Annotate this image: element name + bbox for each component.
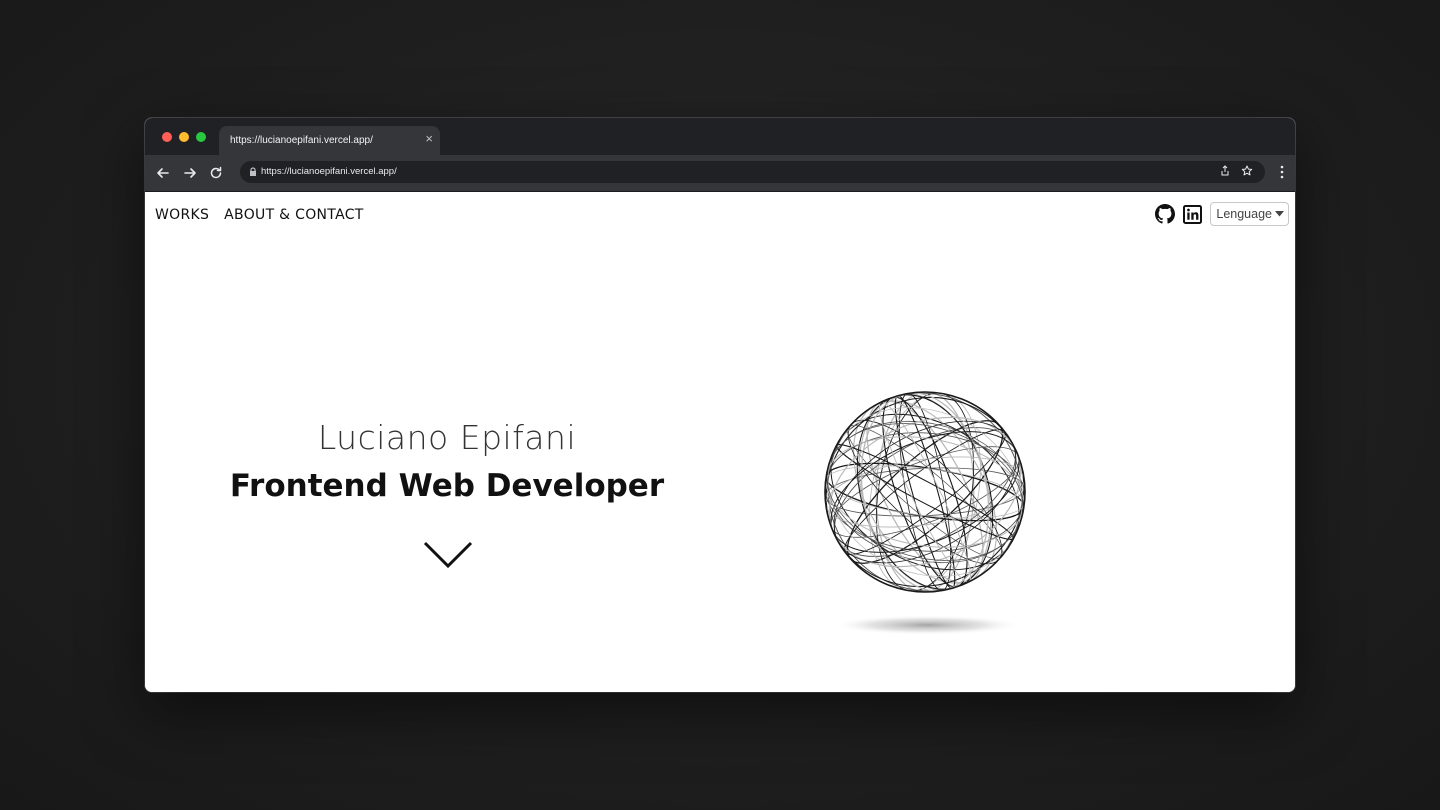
tab-close-icon[interactable]: ×	[425, 132, 433, 146]
header-actions: Lenguage	[1155, 202, 1289, 226]
sphere-shadow	[832, 615, 1022, 635]
bookmark-star-icon[interactable]	[1241, 165, 1253, 177]
site-nav: WORKS ABOUT & CONTACT	[155, 207, 364, 223]
hero-name: Luciano Epifani	[317, 418, 577, 457]
sphere-wire	[830, 413, 1020, 571]
language-select[interactable]: Lenguage	[1210, 202, 1289, 226]
browser-toolbar: https://lucianoepifani.vercel.app/	[145, 155, 1295, 192]
sphere-wires	[825, 392, 1025, 592]
sphere-wire	[869, 392, 981, 592]
sphere-wire	[828, 416, 1022, 568]
web-page: WORKS ABOUT & CONTACT Lenguage Luciano E…	[145, 192, 1295, 692]
sphere-wire	[852, 400, 998, 584]
browser-tab[interactable]: https://lucianoepifani.vercel.app/ ×	[219, 126, 440, 155]
maximize-window-button[interactable]	[196, 132, 206, 142]
close-window-button[interactable]	[162, 132, 172, 142]
sphere-wire	[825, 462, 1025, 522]
back-arrow-icon[interactable]	[154, 164, 172, 182]
sphere-illustration	[824, 391, 1026, 635]
url-text: https://lucianoepifani.vercel.app/	[261, 166, 397, 177]
language-select-label: Lenguage	[1216, 207, 1272, 221]
hero-role: Frontend Web Developer	[229, 468, 665, 504]
address-bar[interactable]: https://lucianoepifani.vercel.app/	[240, 161, 1265, 183]
browser-window: https://lucianoepifani.vercel.app/ × htt…	[145, 118, 1295, 692]
browser-menu-icon[interactable]	[1280, 165, 1284, 179]
address-bar-actions	[1219, 165, 1253, 177]
sphere-wire	[898, 393, 952, 591]
reload-icon[interactable]	[207, 164, 225, 182]
nav-link-works[interactable]: WORKS	[155, 207, 209, 223]
tab-title: https://lucianoepifani.vercel.app/	[230, 135, 373, 146]
linkedin-icon[interactable]	[1183, 204, 1203, 224]
sphere-wire	[825, 467, 1025, 517]
github-icon[interactable]	[1155, 204, 1176, 224]
lock-icon	[250, 167, 256, 176]
forward-arrow-icon[interactable]	[181, 164, 199, 182]
minimize-window-button[interactable]	[179, 132, 189, 142]
caret-down-icon	[1275, 211, 1284, 217]
tab-bar: https://lucianoepifani.vercel.app/ ×	[145, 118, 1295, 155]
window-controls	[162, 132, 206, 142]
sphere-wire	[827, 407, 1023, 577]
wireframe-sphere-graphic	[815, 377, 1035, 657]
scroll-down-chevron-icon[interactable]	[423, 541, 473, 569]
share-icon[interactable]	[1219, 165, 1231, 177]
nav-link-about-contact[interactable]: ABOUT & CONTACT	[224, 207, 363, 223]
sphere-wire	[825, 432, 1025, 552]
